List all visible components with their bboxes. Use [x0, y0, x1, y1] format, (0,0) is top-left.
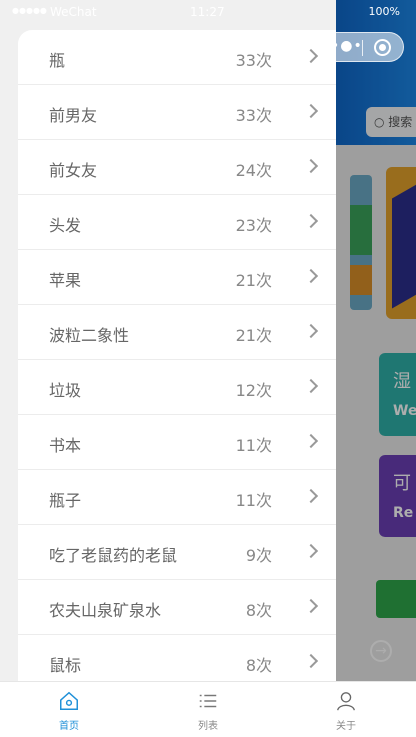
item-name: 瓶子: [49, 491, 82, 510]
item-count: 33次: [235, 106, 272, 125]
status-bar: ●●●●● WeChat 11:27 100%: [0, 0, 416, 26]
tab-list[interactable]: 列表: [139, 682, 277, 737]
list-item[interactable]: 波粒二象性 21次: [18, 305, 336, 360]
item-count: 21次: [235, 326, 272, 345]
chevron-right-icon: [303, 598, 319, 614]
chevron-right-icon: [303, 433, 319, 449]
chevron-right-icon: [303, 488, 319, 504]
clock: 11:27: [190, 5, 225, 19]
chevron-right-icon: [303, 323, 319, 339]
item-count: 8次: [245, 601, 272, 620]
user-icon: [337, 692, 355, 711]
item-name: 波粒二象性: [49, 326, 130, 345]
item-count: 33次: [235, 51, 272, 70]
item-count: 21次: [235, 271, 272, 290]
tab-label: 首页: [59, 721, 79, 732]
tab-bar: 首页 列表 关于: [0, 681, 416, 737]
item-count: 12次: [235, 381, 272, 400]
chevron-right-icon: [303, 48, 319, 64]
list-item[interactable]: 农夫山泉矿泉水 8次: [18, 580, 336, 635]
item-name: 前女友: [49, 161, 98, 180]
list-item[interactable]: 瓶 33次: [18, 30, 336, 85]
mini-program-capsule: •●•: [318, 32, 404, 62]
list-item[interactable]: 瓶子 11次: [18, 470, 336, 525]
carrier-label: WeChat: [50, 5, 97, 19]
drawer-overlay[interactable]: [336, 0, 416, 681]
item-name: 鼠标: [49, 656, 82, 675]
item-name: 农夫山泉矿泉水: [49, 601, 162, 620]
ranking-drawer: 瓶 33次 前男友 33次 前女友 24次 头发 23次 苹果 21次 波粒二象…: [18, 30, 336, 681]
list-item[interactable]: 垃圾 12次: [18, 360, 336, 415]
list-icon: [199, 694, 217, 708]
signal-icon: ●●●●●: [12, 6, 47, 15]
chevron-right-icon: [303, 653, 319, 669]
tab-home[interactable]: 首页: [0, 682, 138, 737]
chevron-right-icon: [303, 158, 319, 174]
home-icon: [60, 691, 78, 710]
list-item[interactable]: 吃了老鼠药的老鼠 9次: [18, 525, 336, 580]
more-icon[interactable]: •●•: [331, 38, 363, 54]
chevron-right-icon: [303, 103, 319, 119]
item-count: 11次: [235, 491, 272, 510]
list-item[interactable]: 前女友 24次: [18, 140, 336, 195]
chevron-right-icon: [303, 543, 319, 559]
item-name: 垃圾: [49, 381, 82, 400]
tab-label: 关于: [336, 721, 356, 732]
item-count: 23次: [235, 216, 272, 235]
list-item[interactable]: 鼠标 8次: [18, 635, 336, 681]
capsule-divider: [362, 40, 363, 56]
chevron-right-icon: [303, 378, 319, 394]
chevron-right-icon: [303, 268, 319, 284]
tab-about[interactable]: 关于: [277, 682, 415, 737]
list-item[interactable]: 书本 11次: [18, 415, 336, 470]
list-item[interactable]: 苹果 21次: [18, 250, 336, 305]
list-item[interactable]: 头发 23次: [18, 195, 336, 250]
item-count: 8次: [245, 656, 272, 675]
item-name: 书本: [49, 436, 82, 455]
item-name: 吃了老鼠药的老鼠: [49, 546, 178, 565]
close-icon[interactable]: [374, 39, 391, 56]
chevron-right-icon: [303, 213, 319, 229]
item-count: 24次: [235, 161, 272, 180]
item-name: 前男友: [49, 106, 98, 125]
list-item[interactable]: 前男友 33次: [18, 85, 336, 140]
item-name: 头发: [49, 216, 82, 235]
battery-label: 100%: [368, 5, 400, 18]
item-count: 11次: [235, 436, 272, 455]
tab-label: 列表: [198, 721, 218, 732]
item-name: 苹果: [49, 271, 82, 290]
item-name: 瓶: [49, 51, 66, 70]
item-count: 9次: [245, 546, 272, 565]
